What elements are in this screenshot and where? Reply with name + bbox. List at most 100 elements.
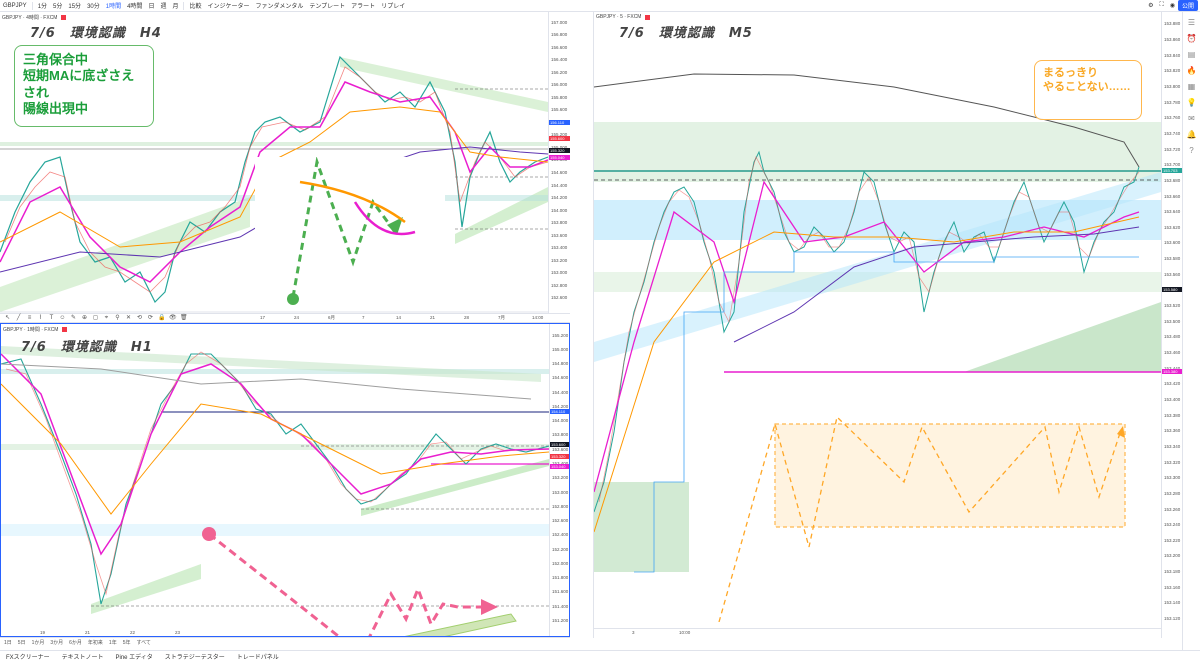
drawing-tool-icon[interactable]: ⚲ <box>114 315 121 322</box>
camera-icon[interactable]: ◉ <box>1167 2 1178 9</box>
drawing-tool-icon[interactable]: ⌇ <box>37 315 44 322</box>
chart-pane-h1[interactable]: GBPJPY · 1時間 · FXCM 7/6 環境認識 H1 155.200 1… <box>0 323 570 637</box>
price-label: 153.200 <box>1164 553 1181 559</box>
chart-pane-m5[interactable]: GBPJPY · 5 · FXCM 7/6 環境認識 M5 まるっきり やること… <box>593 12 1182 638</box>
drawing-tool-icon[interactable]: ✕ <box>125 315 132 322</box>
tab-strategy-tester[interactable]: ストラテジーテスター <box>159 652 231 661</box>
drawing-tool-icon[interactable]: 🔒 <box>158 315 165 322</box>
h1-price-axis[interactable]: 155.200 155.000 154.800 154.600 154.400 154.2… <box>549 324 569 636</box>
notification-icon[interactable]: 🔔 <box>1187 130 1197 140</box>
alert-icon[interactable]: ⏰ <box>1187 34 1197 44</box>
timeframe-w[interactable]: 週 <box>157 1 169 10</box>
h4-price-axis[interactable]: 157.000 156.800 156.600 156.400 156.200 156.0… <box>548 12 570 313</box>
indicators-button[interactable]: インジケーター <box>205 1 253 10</box>
h4-time-label: 17 <box>260 315 266 320</box>
fundamentals-button[interactable]: ファンダメンタル <box>253 1 307 10</box>
drawing-tool-icon[interactable]: ⟲ <box>136 315 143 322</box>
alert-button[interactable]: アラート <box>348 1 378 10</box>
tab-trade-panel[interactable]: トレードパネル <box>231 652 285 661</box>
price-label: 153.580 <box>1164 256 1181 262</box>
drawing-tool-icon[interactable]: 👁 <box>169 315 177 322</box>
drawing-tool-icon[interactable]: ⟳ <box>147 315 154 322</box>
timeframe-5m[interactable]: 5分 <box>50 1 65 10</box>
drawing-tool-icon[interactable]: 🗑 <box>180 315 188 322</box>
h1-support-channel <box>91 564 201 614</box>
tab-pine-editor[interactable]: Pine エディタ <box>110 652 159 661</box>
price-tag: 155.040 <box>549 155 570 160</box>
compare-button[interactable]: 比較 <box>186 1 204 10</box>
h4-time-label: 7月 <box>498 315 506 320</box>
drawing-tool-icon[interactable]: ☺ <box>59 315 66 322</box>
timeframe-d[interactable]: 日 <box>145 1 157 10</box>
timeframe-1m[interactable]: 1分 <box>35 1 50 10</box>
drawing-tool-icon[interactable]: ≡ <box>26 315 33 322</box>
calendar-icon[interactable]: ▦ <box>1187 82 1197 92</box>
drawing-tool-icon[interactable]: ╱ <box>15 315 22 322</box>
range-button[interactable]: 3か月 <box>50 639 63 646</box>
range-button[interactable]: 5日 <box>18 639 26 646</box>
ideas-icon[interactable]: 💡 <box>1187 98 1197 108</box>
timeframe-4h[interactable]: 4時間 <box>124 1 145 10</box>
timeframe-15m[interactable]: 15分 <box>65 1 84 10</box>
drawing-tool-icon[interactable]: ◻ <box>92 315 99 322</box>
date-range-bar: 1日 5日 1か月 3か月 6か月 年初来 1年 5年 すべて 19 21 22 23 <box>0 630 570 647</box>
price-label: 153.220 <box>1164 537 1181 543</box>
range-button[interactable]: すべて <box>136 639 150 646</box>
range-button[interactable]: 1日 <box>4 639 12 646</box>
m5-time-axis[interactable]: 3 10:00 <box>594 628 1161 636</box>
divider <box>183 1 185 10</box>
price-label: 155.200 <box>552 332 569 338</box>
h4-header: GBPJPY · 4時間 · FXCM <box>2 14 67 21</box>
range-button[interactable]: 5年 <box>123 639 131 646</box>
m5-status-dot <box>645 14 651 20</box>
m5-price-axis[interactable]: 153.880 153.860 153.840 153.820 153.800 153.7… <box>1161 12 1182 638</box>
timeframe-30m[interactable]: 30分 <box>84 1 103 10</box>
h4-note-line: 三角保合中 <box>23 52 89 67</box>
price-label: 153.260 <box>1164 506 1181 512</box>
drawing-tool-icon[interactable]: ↖ <box>4 315 11 322</box>
range-button[interactable]: 6か月 <box>69 639 82 646</box>
range-button[interactable]: 1年 <box>109 639 117 646</box>
h4-time-label: 14:00 <box>532 315 544 320</box>
settings-icon[interactable]: ⚙ <box>1145 2 1156 9</box>
hotlist-icon[interactable]: 🔥 <box>1187 66 1197 76</box>
chart-pane-h4[interactable]: GBPJPY · 4時間 · FXCM 7/6 環境認識 H4 三角保合中 短期… <box>0 12 570 313</box>
price-label: 151.200 <box>552 618 569 624</box>
price-label: 153.880 <box>1164 21 1181 27</box>
h4-time-label: 14 <box>396 315 402 320</box>
timeframe-1h[interactable]: 1時間 <box>103 1 124 10</box>
tab-fx-screener[interactable]: FXスクリーナー <box>0 652 56 661</box>
replay-button[interactable]: リプレイ <box>378 1 408 10</box>
symbol-search[interactable]: GBPJPY <box>0 3 30 9</box>
chat-icon[interactable]: ✉ <box>1187 114 1197 124</box>
drawing-tool-icon[interactable]: T <box>48 315 55 322</box>
price-label: 153.000 <box>552 489 569 495</box>
range-button[interactable]: 1か月 <box>32 639 45 646</box>
drawing-tool-icon[interactable]: ✎ <box>70 315 77 322</box>
timeframe-m[interactable]: 月 <box>169 1 181 10</box>
templates-button[interactable]: テンプレート <box>306 1 348 10</box>
price-label: 153.480 <box>1164 334 1181 340</box>
drawing-toolbar: ↖ ╱ ≡ ⌇ T ☺ ✎ ⊕ ◻ ⌖ ⚲ ✕ ⟲ ⟳ 🔒 👁 🗑 17 24 6月 7 14 21 28 7月 14:00 <box>0 313 570 323</box>
h1-time-axis[interactable]: 19 21 22 23 <box>0 630 548 638</box>
m5-title: 7/6 環境認識 M5 <box>619 26 753 41</box>
price-label: 152.800 <box>551 282 568 288</box>
h4-status-dot <box>61 15 67 20</box>
price-label: 153.860 <box>1164 37 1181 43</box>
data-window-icon[interactable]: ▤ <box>1187 50 1197 60</box>
price-label: 154.800 <box>552 361 569 367</box>
drawing-tool-icon[interactable]: ⌖ <box>103 315 110 322</box>
tab-text-notes[interactable]: テキストノート <box>56 652 110 661</box>
m5-zone-band <box>594 482 689 572</box>
price-label: 153.660 <box>1164 193 1181 199</box>
price-label: 154.000 <box>552 418 569 424</box>
price-label: 152.200 <box>552 546 569 552</box>
watchlist-icon[interactable]: ☰ <box>1187 18 1197 28</box>
top-toolbar: GBPJPY 1分 5分 15分 30分 1時間 4時間 日 週 月 比較 イン… <box>0 0 1200 12</box>
help-icon[interactable]: ? <box>1187 146 1197 156</box>
fullscreen-icon[interactable]: ⛶ <box>1157 2 1167 9</box>
range-button[interactable]: 年初来 <box>88 639 103 646</box>
drawing-tool-icon[interactable]: ⊕ <box>81 315 88 322</box>
h4-time-axis[interactable]: 17 24 6月 7 14 21 28 7月 14:00 <box>260 315 560 323</box>
publish-button[interactable]: 公開 <box>1177 0 1198 11</box>
